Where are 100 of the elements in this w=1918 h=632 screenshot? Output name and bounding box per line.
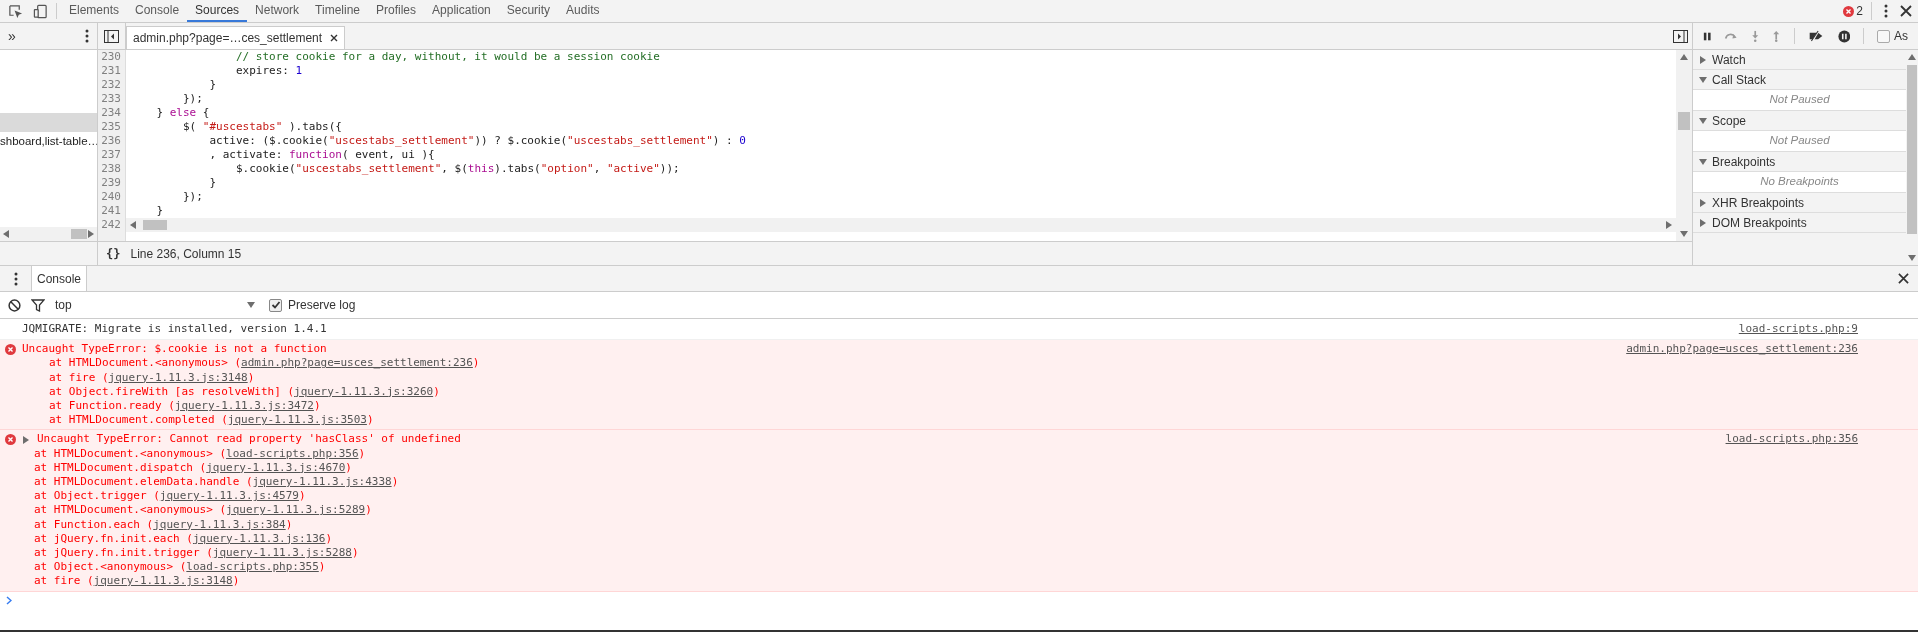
error-count[interactable]: 2 [1843,2,1872,20]
expand-triangle-icon[interactable] [1699,218,1707,227]
scroll-up-icon[interactable] [1680,53,1688,61]
file-tab[interactable]: admin.php?page=…ces_settlement [126,26,346,49]
scroll-right-icon[interactable] [1665,221,1673,229]
panel-tab[interactable]: Application [424,0,499,22]
prompt-chevron-icon[interactable] [6,596,12,606]
device-icon[interactable] [33,3,48,19]
filter-icon[interactable] [31,298,45,312]
stack-frame: at fire (jquery-1.11.3.js:3148) [34,574,461,589]
expand-triangle-icon[interactable] [1699,198,1707,207]
panel-tab[interactable]: Timeline [307,0,368,22]
source-link[interactable]: jquery-1.11.3.js:5288 [212,546,352,560]
stack-frame: at HTMLDocument.<anonymous> (jquery-1.11.3.js:5289) [34,503,461,518]
close-icon[interactable] [1900,5,1912,17]
more-icon[interactable] [85,29,89,43]
line-number: 239 [100,176,121,190]
sidebar-toggle-icon[interactable] [104,29,119,43]
scrollbar-thumb[interactable] [70,229,87,239]
cursor-position: Line 236, Column 15 [130,245,242,263]
step-out-icon[interactable] [1772,29,1781,43]
scroll-left-icon[interactable] [2,230,10,238]
clear-console-icon[interactable] [8,298,21,312]
section-title: Watch [1712,51,1746,69]
source-link[interactable]: jquery-1.11.3.js:3472 [174,399,314,412]
deactivate-breakpoints-icon[interactable] [1807,29,1825,43]
vertical-scrollbar[interactable] [1676,50,1692,241]
source-link[interactable]: load-scripts.php:9 [1738,322,1858,337]
inspect-icon[interactable] [8,3,23,19]
stack-frame: at jQuery.fn.init.trigger (jquery-1.11.3.js:5288) [34,546,461,561]
stack-frame: at HTMLDocument.<anonymous> (admin.php?page=usces_settlement:236) [49,356,480,371]
collapse-triangle-icon[interactable] [1699,116,1707,125]
line-number: 242 [100,218,121,232]
context-dropdown[interactable]: top [55,296,255,314]
source-link[interactable]: jquery-1.11.3.js:3503 [227,413,367,427]
scrollbar-thumb[interactable] [1907,65,1917,234]
source-link[interactable]: load-scripts.php:356 [226,446,359,460]
pause-icon[interactable] [1703,30,1712,42]
line-number: 237 [100,148,121,162]
stack-frame: at Object.trigger (jquery-1.11.3.js:4579) [34,489,461,504]
file-tree-item[interactable]: shboard,list-table… [0,132,97,151]
collapse-triangle-icon[interactable] [1699,75,1707,84]
line-number: 232 [100,78,121,92]
step-into-icon[interactable] [1750,29,1760,43]
panel-tab[interactable]: Security [498,0,559,22]
more-tabs-chevron[interactable]: » [8,29,16,43]
code-line: }); [181,190,204,204]
source-link[interactable]: jquery-1.11.3.js:384 [153,517,286,531]
async-checkbox[interactable] [1877,29,1890,43]
code-line: } else { [155,106,211,120]
source-link[interactable]: admin.php?page=usces_settlement:236 [1626,342,1858,357]
source-link[interactable]: jquery-1.11.3.js:5289 [226,503,366,517]
source-link[interactable]: admin.php?page=usces_settlement:236 [241,356,473,370]
source-link[interactable]: jquery-1.11.3.js:3148 [108,370,248,384]
panel-tab[interactable]: Profiles [368,0,425,22]
more-icon[interactable] [13,271,18,286]
scroll-up-icon[interactable] [1908,53,1916,61]
panel-tab[interactable]: Network [247,0,308,22]
horizontal-scrollbar[interactable] [126,218,1676,232]
panel-tab[interactable]: Console [127,0,188,22]
source-link[interactable]: jquery-1.11.3.js:3148 [93,574,233,588]
scrollbar-thumb[interactable] [143,220,167,230]
panel-tab[interactable]: Audits [558,0,608,22]
error-icon [5,343,16,355]
horizontal-scrollbar[interactable] [0,227,97,241]
empty-state-text: No Breakpoints [1760,174,1839,190]
preserve-log-label: Preserve log [288,297,356,314]
close-icon[interactable] [1897,273,1909,284]
pretty-print-button[interactable]: {} [106,244,121,263]
source-link[interactable]: jquery-1.11.3.js:3260 [294,384,434,398]
source-link[interactable]: jquery-1.11.3.js:4670 [206,460,346,474]
sidebar-toggle-icon[interactable] [1672,29,1688,43]
scroll-down-icon[interactable] [1908,254,1916,262]
scroll-right-icon[interactable] [87,230,95,238]
pause-on-exceptions-icon[interactable] [1837,28,1851,44]
console-message: JQMIGRATE: Migrate is installed, version 1.4.1 [22,322,327,337]
step-over-icon[interactable] [1724,31,1738,41]
source-link[interactable]: load-scripts.php:356 [1725,432,1858,447]
scroll-left-icon[interactable] [129,221,137,229]
stack-frame: at HTMLDocument.dispatch (jquery-1.11.3.js:4670) [34,460,461,476]
panel-tab[interactable]: Elements [61,0,128,22]
caret-icon[interactable] [247,301,255,309]
expand-triangle-icon[interactable] [1699,55,1707,64]
source-link[interactable]: jquery-1.11.3.js:136 [192,531,326,545]
source-link[interactable]: load-scripts.php:355 [186,560,319,574]
drawer-tab[interactable]: Console [31,266,88,291]
close-icon[interactable] [330,34,339,42]
section-title: Scope [1712,112,1747,130]
expand-triangle-icon[interactable] [22,435,30,444]
source-link[interactable]: jquery-1.11.3.js:4579 [159,489,299,503]
more-icon[interactable] [1884,4,1888,18]
code-line: } [155,204,165,218]
stack-frame: at jQuery.fn.init.each (jquery-1.11.3.js:136) [34,531,461,547]
scroll-down-icon[interactable] [1680,230,1688,238]
source-link[interactable]: jquery-1.11.3.js:4338 [252,475,392,489]
preserve-log-checkbox[interactable] [269,298,282,312]
stack-frame: at Function.each (jquery-1.11.3.js:384) [34,517,461,532]
code-line: } [208,78,218,92]
scrollbar-thumb[interactable] [1678,111,1690,130]
collapse-triangle-icon[interactable] [1699,157,1707,166]
